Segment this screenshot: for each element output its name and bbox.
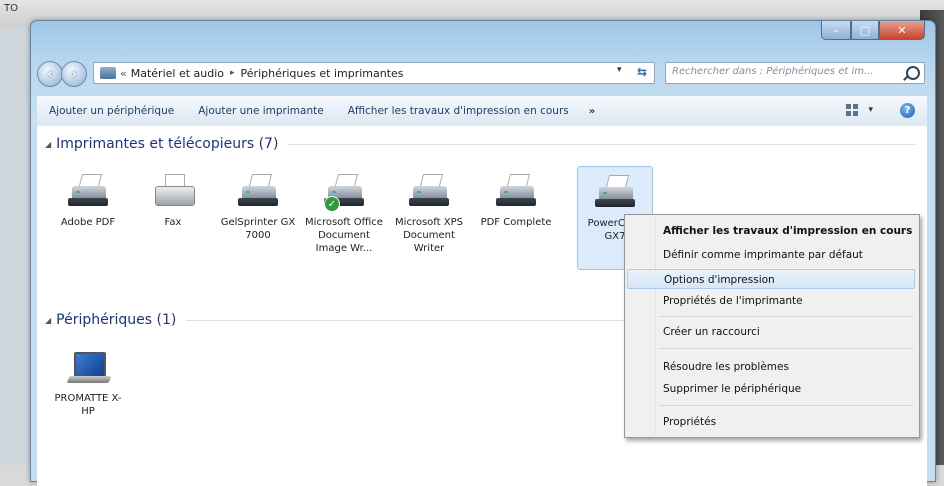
- device-item[interactable]: PROMATTE X-HP: [49, 348, 127, 418]
- back-button[interactable]: ‹: [37, 61, 63, 87]
- device-item[interactable]: Adobe PDF: [49, 172, 127, 229]
- menu-item-properties[interactable]: Propriétés: [627, 412, 915, 432]
- menu-item-printing-preferences[interactable]: Options d'impression: [627, 269, 915, 289]
- menu-item-remove-device[interactable]: Supprimer le périphérique: [627, 379, 915, 399]
- device-label: Microsoft XPS Document Writer: [395, 217, 463, 254]
- device-label: PROMATTE X-HP: [54, 393, 122, 417]
- breadcrumb-hardware-and-sound[interactable]: Matériel et audio: [131, 67, 224, 80]
- view-dropdown-icon[interactable]: ▾: [868, 105, 873, 115]
- desktop-corner-label: TO: [4, 3, 18, 14]
- close-button[interactable]: ✕: [879, 21, 925, 40]
- see-print-jobs-button[interactable]: Afficher les travaux d'impression en cou…: [336, 105, 581, 117]
- forward-button[interactable]: ›: [61, 61, 87, 87]
- help-icon[interactable]: ?: [900, 103, 915, 118]
- device-label: Microsoft Office Document Image Wr...: [305, 217, 383, 254]
- menu-separator: [659, 405, 913, 406]
- device-label: PDF Complete: [480, 217, 552, 228]
- printer-icon: [494, 172, 538, 212]
- device-item[interactable]: ✓ Microsoft Office Document Image Wr...: [305, 172, 383, 255]
- view-grid-icon: [846, 104, 861, 116]
- command-bar: Ajouter un périphérique Ajouter une impr…: [37, 95, 927, 127]
- menu-separator: [659, 348, 913, 349]
- menu-separator: [659, 316, 913, 317]
- device-label: GelSprinter GX 7000: [220, 217, 296, 241]
- control-panel-icon: [100, 67, 116, 79]
- refresh-icon[interactable]: ⇆: [633, 63, 651, 81]
- menu-item-set-default[interactable]: Définir comme imprimante par défaut: [627, 245, 915, 265]
- device-item[interactable]: PDF Complete: [477, 172, 555, 229]
- breadcrumb-devices-and-printers[interactable]: Périphériques et imprimantes: [241, 67, 404, 80]
- menu-item-troubleshoot[interactable]: Résoudre les problèmes: [627, 357, 915, 377]
- maximize-button[interactable]: □: [851, 21, 879, 40]
- minimize-button[interactable]: –: [821, 21, 851, 40]
- menu-item-printer-properties[interactable]: Propriétés de l'imprimante: [627, 291, 915, 311]
- more-commands-button[interactable]: »: [581, 106, 603, 117]
- arrow-right-icon: ›: [71, 66, 77, 82]
- add-device-button[interactable]: Ajouter un périphérique: [37, 105, 186, 117]
- address-row: ‹ › « Matériel et audio ▸ Périphériques …: [37, 59, 927, 87]
- desktop-left-edge: [0, 28, 30, 465]
- printer-icon: [593, 173, 637, 213]
- search-input[interactable]: Rechercher dans : Périphériques et im...: [665, 62, 925, 84]
- add-printer-button[interactable]: Ajouter une imprimante: [186, 105, 335, 117]
- collapse-triangle-icon[interactable]: ◢: [45, 316, 51, 325]
- device-label: Fax: [164, 217, 182, 228]
- device-item[interactable]: Fax: [134, 172, 212, 229]
- device-item[interactable]: Microsoft XPS Document Writer: [390, 172, 468, 255]
- caption-buttons: – □ ✕: [821, 21, 925, 41]
- context-menu: Afficher les travaux d'impression en cou…: [624, 214, 920, 438]
- change-view-button[interactable]: ▾: [846, 104, 873, 116]
- default-printer-check-icon: ✓: [324, 196, 340, 212]
- breadcrumb-overflow[interactable]: «: [120, 67, 127, 80]
- search-icon[interactable]: [906, 66, 920, 80]
- collapse-triangle-icon[interactable]: ◢: [45, 140, 51, 149]
- printer-icon: [66, 172, 110, 212]
- group-header-printers[interactable]: ◢ Imprimantes et télécopieurs (7): [45, 136, 915, 152]
- fax-icon: [151, 172, 195, 212]
- printer-icon: ✓: [322, 172, 366, 212]
- group-divider: [288, 143, 915, 145]
- printer-icon: [236, 172, 280, 212]
- laptop-icon: [66, 348, 112, 388]
- device-item[interactable]: GelSprinter GX 7000: [219, 172, 297, 242]
- device-label: Adobe PDF: [60, 217, 116, 228]
- address-bar[interactable]: « Matériel et audio ▸ Périphériques et i…: [93, 62, 655, 84]
- breadcrumb-separator-icon[interactable]: ▸: [230, 68, 235, 78]
- menu-item-create-shortcut[interactable]: Créer un raccourci: [627, 322, 915, 342]
- group-title: Imprimantes et télécopieurs (7): [56, 136, 279, 152]
- search-placeholder: Rechercher dans : Périphériques et im...: [672, 66, 874, 77]
- address-dropdown-icon[interactable]: ▾: [617, 65, 622, 75]
- printer-icon: [407, 172, 451, 212]
- group-title: Périphériques (1): [56, 312, 177, 328]
- arrow-left-icon: ‹: [47, 66, 53, 82]
- menu-item-see-print-jobs[interactable]: Afficher les travaux d'impression en cou…: [627, 221, 915, 241]
